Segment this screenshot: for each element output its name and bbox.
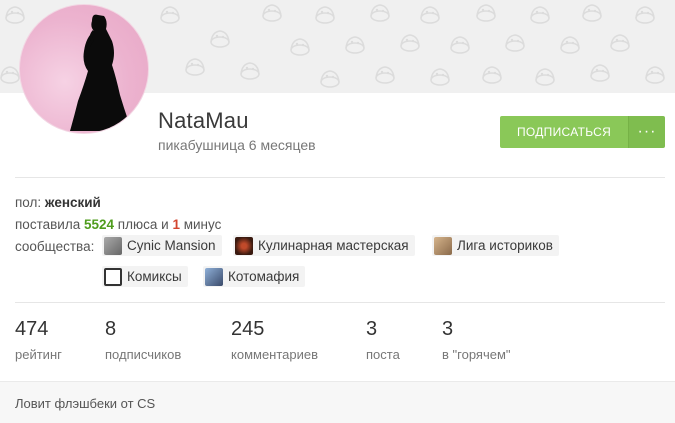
plus-count: 5524	[83, 217, 115, 232]
stat-comments-value[interactable]: 245	[231, 318, 264, 341]
communities-label: сообщества:	[15, 239, 95, 254]
cooking-icon	[235, 236, 253, 255]
stat-rating-label: рейтинг	[15, 347, 62, 362]
gender-value: женский	[44, 195, 101, 210]
votes-prefix: поставила	[15, 217, 81, 232]
stat-comments-label[interactable]: комментариев	[231, 347, 318, 362]
community-cynic-mansion[interactable]: Cynic Mansion	[102, 235, 222, 256]
community-comics[interactable]: Комиксы	[102, 266, 188, 287]
community-name: Лига историков	[457, 238, 553, 253]
gender-label: пол:	[15, 195, 42, 210]
stat-hot-value[interactable]: 3	[442, 318, 453, 341]
minus-count: 1	[172, 217, 180, 232]
bio-text: Ловит флэшбеки от CS	[15, 396, 156, 411]
minus-word: минус	[183, 217, 222, 232]
stat-rating-value: 474	[15, 318, 49, 340]
community-history[interactable]: Лига историков	[432, 235, 559, 256]
silhouette-icon	[70, 14, 132, 132]
votes-line: поставила 5524 плюса и 1 минус	[15, 217, 221, 232]
stat-subscribers-value[interactable]: 8	[105, 318, 116, 341]
cynic-mansion-icon	[104, 236, 122, 255]
divider-middle	[15, 302, 665, 303]
username: NataMau	[158, 108, 249, 133]
stat-posts-value[interactable]: 3	[366, 318, 377, 341]
community-name: Котомафия	[228, 269, 300, 284]
avatar[interactable]	[19, 4, 149, 134]
more-dots-icon: ···	[637, 123, 657, 140]
community-name: Кулинарная мастерская	[258, 238, 409, 253]
subscribe-button[interactable]: ПОДПИСАТЬСЯ	[500, 116, 628, 148]
history-icon	[434, 236, 452, 255]
gender-line: пол: женский	[15, 195, 101, 210]
stat-posts-label[interactable]: поста	[366, 347, 400, 362]
bio-section: Ловит флэшбеки от CS	[0, 381, 675, 423]
divider-top	[15, 177, 665, 178]
stat-subscribers-label[interactable]: подписчиков	[105, 347, 181, 362]
subscribe-group: ПОДПИСАТЬСЯ ···	[500, 116, 665, 148]
stat-hot-label[interactable]: в "горячем"	[442, 347, 511, 362]
plus-word: плюса и	[117, 217, 169, 232]
community-name: Cynic Mansion	[127, 238, 216, 253]
community-name: Комиксы	[127, 269, 182, 284]
profile-subtitle: пикабушница 6 месяцев	[158, 137, 316, 153]
comics-icon	[104, 267, 122, 286]
community-catmafia[interactable]: Котомафия	[203, 266, 306, 287]
catmafia-icon	[205, 267, 223, 286]
more-options-button[interactable]: ···	[628, 116, 665, 148]
community-cooking[interactable]: Кулинарная мастерская	[233, 235, 415, 256]
